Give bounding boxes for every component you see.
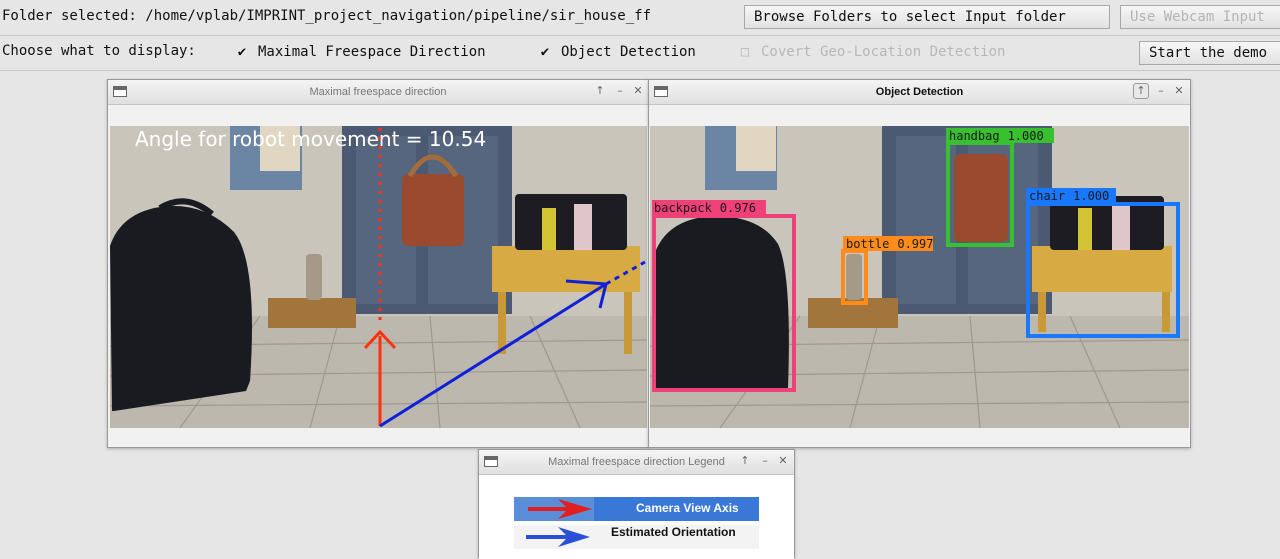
minimize-icon[interactable]: –	[1153, 83, 1169, 99]
legend-label: Camera View Axis	[636, 501, 739, 515]
pin-icon[interactable]: ↑	[592, 83, 608, 99]
checkbox-object-detection[interactable]: ✔ Object Detection	[537, 42, 696, 62]
freespace-camera-view: Angle for robot movement = 10.54	[110, 126, 647, 428]
detection-label: handbag	[949, 129, 1000, 143]
close-icon[interactable]: ✕	[630, 83, 646, 99]
legend-row-orientation: Estimated Orientation	[514, 525, 759, 549]
detection-label: backpack	[654, 201, 713, 215]
legend-canvas: Camera View Axis Estimated Orientation	[479, 475, 794, 559]
display-options-label: Choose what to display:	[2, 43, 196, 59]
close-icon[interactable]: ✕	[1171, 83, 1187, 99]
checkbox-covert-geolocation[interactable]: □ Covert Geo-Location Detection	[737, 42, 1006, 62]
detection-score: 0.976	[720, 201, 756, 215]
folder-selected-label: Folder selected: /home/vplab/IMPRINT_pro…	[2, 8, 652, 24]
window-title: Object Detection	[875, 86, 964, 98]
legend-window: Maximal freespace direction Legend ↑ – ✕…	[478, 449, 795, 559]
checkbox-icon[interactable]: □	[737, 42, 753, 62]
detection-label: bottle	[846, 237, 889, 251]
minimize-icon[interactable]: –	[612, 83, 628, 99]
checkbox-icon[interactable]: ✔	[234, 42, 250, 62]
checkbox-label: Covert Geo-Location Detection	[761, 44, 1006, 60]
blue-arrow-icon	[526, 527, 590, 547]
browse-folders-button[interactable]: Browse Folders to select Input folder	[744, 5, 1110, 29]
svg-text:backpack0.976: backpack 0.976	[654, 201, 756, 215]
start-demo-button[interactable]: Start the demo	[1139, 41, 1280, 65]
red-arrow-icon	[514, 497, 594, 521]
toolbar-separator	[0, 35, 1280, 36]
detection-label: chair	[1029, 189, 1065, 203]
checkbox-icon[interactable]: ✔	[537, 42, 553, 62]
pin-icon[interactable]: ↑	[1133, 83, 1149, 99]
window-titlebar[interactable]: Maximal freespace direction Legend ↑ – ✕	[479, 450, 794, 475]
window-titlebar[interactable]: Object Detection ↑ – ✕	[649, 80, 1190, 105]
angle-overlay-text: Angle for robot movement = 10.54	[135, 127, 486, 151]
window-title: Maximal freespace direction	[309, 86, 447, 98]
use-webcam-button[interactable]: Use Webcam Input	[1120, 5, 1280, 29]
checkbox-label: Object Detection	[561, 44, 696, 60]
checkbox-maximal-freespace[interactable]: ✔ Maximal Freespace Direction	[234, 42, 486, 62]
detection-score: 0.997	[897, 237, 933, 251]
svg-text:handbag1.000: handbag 1.000	[949, 129, 1044, 143]
detection-score: 1.000	[1073, 189, 1109, 203]
window-titlebar[interactable]: Maximal freespace direction ↑ – ✕	[108, 80, 648, 105]
legend-row-camera-axis: Camera View Axis	[514, 497, 759, 521]
toolbar-separator	[0, 70, 1280, 71]
detection-camera-view: backpack 0.976 bottle 0.997 handbag 1.000 c…	[650, 126, 1189, 428]
freespace-scene: Angle for robot movement = 10.54	[110, 126, 647, 428]
legend-label: Estimated Orientation	[611, 525, 736, 539]
freespace-window: Maximal freespace direction ↑ – ✕ Angle …	[107, 79, 649, 448]
checkbox-label: Maximal Freespace Direction	[258, 44, 486, 60]
detection-score: 1.000	[1008, 129, 1044, 143]
pin-icon[interactable]: ↑	[737, 453, 753, 469]
close-icon[interactable]: ✕	[775, 453, 791, 469]
object-detection-window: Object Detection ↑ – ✕ backpack 0.976 bo…	[648, 79, 1191, 448]
minimize-icon[interactable]: –	[757, 453, 773, 469]
detection-scene: backpack 0.976 bottle 0.997 handbag 1.000 c…	[650, 126, 1189, 428]
